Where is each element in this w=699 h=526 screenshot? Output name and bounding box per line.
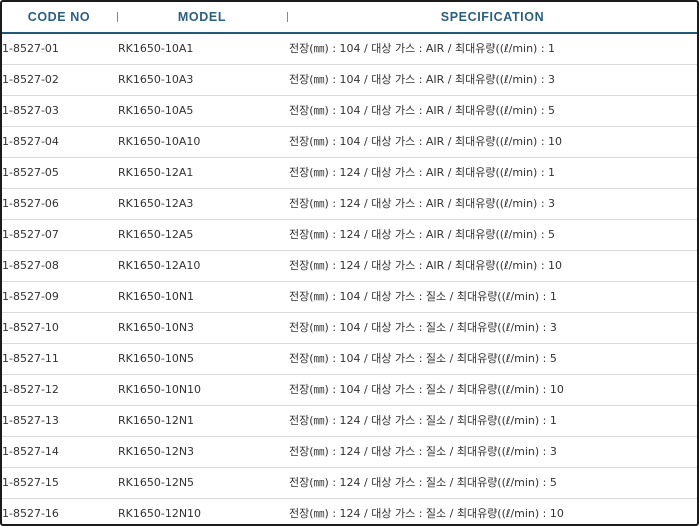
code-no-cell: 1-8527-15	[2, 476, 59, 489]
table-row: 1-8527-06 RK1650-12A3 전장(㎜) : 124 / 대상 가…	[2, 189, 697, 220]
specification-cell: 전장(㎜) : 104 / 대상 가스 : AIR / 최대유량((ℓ/min)…	[289, 104, 556, 117]
model-cell: RK1650-12A1	[118, 166, 194, 179]
model-cell: RK1650-12A3	[118, 197, 194, 210]
model-cell: RK1650-12A5	[118, 228, 194, 241]
column-header-code-no: CODE NO	[27, 10, 91, 24]
model-cell: RK1650-12N5	[118, 476, 195, 489]
specification-cell: 전장(㎜) : 104 / 대상 가스 : 질소 / 최대유량((ℓ/min) …	[289, 383, 564, 396]
model-cell: RK1650-10N1	[118, 290, 195, 303]
specification-cell: 전장(㎜) : 124 / 대상 가스 : 질소 / 최대유량((ℓ/min) …	[289, 476, 557, 489]
model-cell: RK1650-12N10	[118, 507, 202, 520]
model-cell: RK1650-10N10	[118, 383, 202, 396]
table-row: 1-8527-05 RK1650-12A1 전장(㎜) : 124 / 대상 가…	[2, 158, 697, 189]
model-cell: RK1650-10A1	[118, 42, 194, 55]
code-no-cell: 1-8527-03	[2, 104, 59, 117]
code-no-cell: 1-8527-06	[2, 197, 59, 210]
column-header-model: MODEL	[177, 10, 227, 24]
specification-cell: 전장(㎜) : 124 / 대상 가스 : 질소 / 최대유량((ℓ/min) …	[289, 445, 557, 458]
table-row: 1-8527-02 RK1650-10A3 전장(㎜) : 104 / 대상 가…	[2, 65, 697, 96]
table-header: CODE NO MODEL SPECIFICATION	[2, 2, 697, 34]
specification-cell: 전장(㎜) : 104 / 대상 가스 : 질소 / 최대유량((ℓ/min) …	[289, 352, 557, 365]
table-row: 1-8527-14 RK1650-12N3 전장(㎜) : 124 / 대상 가…	[2, 437, 697, 468]
specification-cell: 전장(㎜) : 124 / 대상 가스 : AIR / 최대유량((ℓ/min)…	[289, 259, 563, 272]
model-cell: RK1650-10A5	[118, 104, 194, 117]
model-cell: RK1650-10A10	[118, 135, 201, 148]
table-row: 1-8527-13 RK1650-12N1 전장(㎜) : 124 / 대상 가…	[2, 406, 697, 437]
specification-cell: 전장(㎜) : 104 / 대상 가스 : AIR / 최대유량((ℓ/min)…	[289, 42, 556, 55]
table-row: 1-8527-09 RK1650-10N1 전장(㎜) : 104 / 대상 가…	[2, 282, 697, 313]
code-no-cell: 1-8527-04	[2, 135, 59, 148]
code-no-cell: 1-8527-01	[2, 42, 59, 55]
column-header-specification: SPECIFICATION	[440, 10, 545, 24]
code-no-cell: 1-8527-14	[2, 445, 59, 458]
model-cell: RK1650-12A10	[118, 259, 201, 272]
code-no-cell: 1-8527-12	[2, 383, 59, 396]
table-row: 1-8527-03 RK1650-10A5 전장(㎜) : 104 / 대상 가…	[2, 96, 697, 127]
model-cell: RK1650-12N1	[118, 414, 195, 427]
code-no-cell: 1-8527-07	[2, 228, 59, 241]
model-cell: RK1650-10N3	[118, 321, 195, 334]
specification-cell: 전장(㎜) : 124 / 대상 가스 : 질소 / 최대유량((ℓ/min) …	[289, 414, 557, 427]
product-table: CODE NO MODEL SPECIFICATION 1-8527-01 RK…	[0, 0, 699, 526]
model-cell: RK1650-10N5	[118, 352, 195, 365]
table-row: 1-8527-07 RK1650-12A5 전장(㎜) : 124 / 대상 가…	[2, 220, 697, 251]
table-row: 1-8527-15 RK1650-12N5 전장(㎜) : 124 / 대상 가…	[2, 468, 697, 499]
code-no-cell: 1-8527-05	[2, 166, 59, 179]
model-cell: RK1650-12N3	[118, 445, 195, 458]
specification-cell: 전장(㎜) : 104 / 대상 가스 : AIR / 최대유량((ℓ/min)…	[289, 135, 563, 148]
code-no-cell: 1-8527-08	[2, 259, 59, 272]
table-row: 1-8527-04 RK1650-10A10 전장(㎜) : 104 / 대상 …	[2, 127, 697, 158]
table-row: 1-8527-10 RK1650-10N3 전장(㎜) : 104 / 대상 가…	[2, 313, 697, 344]
table-row: 1-8527-08 RK1650-12A10 전장(㎜) : 124 / 대상 …	[2, 251, 697, 282]
specification-cell: 전장(㎜) : 124 / 대상 가스 : AIR / 최대유량((ℓ/min)…	[289, 197, 556, 210]
code-no-cell: 1-8527-16	[2, 507, 59, 520]
table-row: 1-8527-11 RK1650-10N5 전장(㎜) : 104 / 대상 가…	[2, 344, 697, 375]
code-no-cell: 1-8527-13	[2, 414, 59, 427]
specification-cell: 전장(㎜) : 124 / 대상 가스 : AIR / 최대유량((ℓ/min)…	[289, 166, 556, 179]
model-cell: RK1650-10A3	[118, 73, 194, 86]
code-no-cell: 1-8527-09	[2, 290, 59, 303]
specification-cell: 전장(㎜) : 104 / 대상 가스 : AIR / 최대유량((ℓ/min)…	[289, 73, 556, 86]
code-no-cell: 1-8527-11	[2, 352, 59, 365]
table-row: 1-8527-01 RK1650-10A1 전장(㎜) : 104 / 대상 가…	[2, 34, 697, 65]
table-body: 1-8527-01 RK1650-10A1 전장(㎜) : 104 / 대상 가…	[2, 34, 697, 524]
specification-cell: 전장(㎜) : 124 / 대상 가스 : 질소 / 최대유량((ℓ/min) …	[289, 507, 564, 520]
code-no-cell: 1-8527-10	[2, 321, 59, 334]
code-no-cell: 1-8527-02	[2, 73, 59, 86]
table-row: 1-8527-12 RK1650-10N10 전장(㎜) : 104 / 대상 …	[2, 375, 697, 406]
table-row: 1-8527-16 RK1650-12N10 전장(㎜) : 124 / 대상 …	[2, 499, 697, 524]
specification-cell: 전장(㎜) : 124 / 대상 가스 : AIR / 최대유량((ℓ/min)…	[289, 228, 556, 241]
specification-cell: 전장(㎜) : 104 / 대상 가스 : 질소 / 최대유량((ℓ/min) …	[289, 321, 557, 334]
specification-cell: 전장(㎜) : 104 / 대상 가스 : 질소 / 최대유량((ℓ/min) …	[289, 290, 557, 303]
